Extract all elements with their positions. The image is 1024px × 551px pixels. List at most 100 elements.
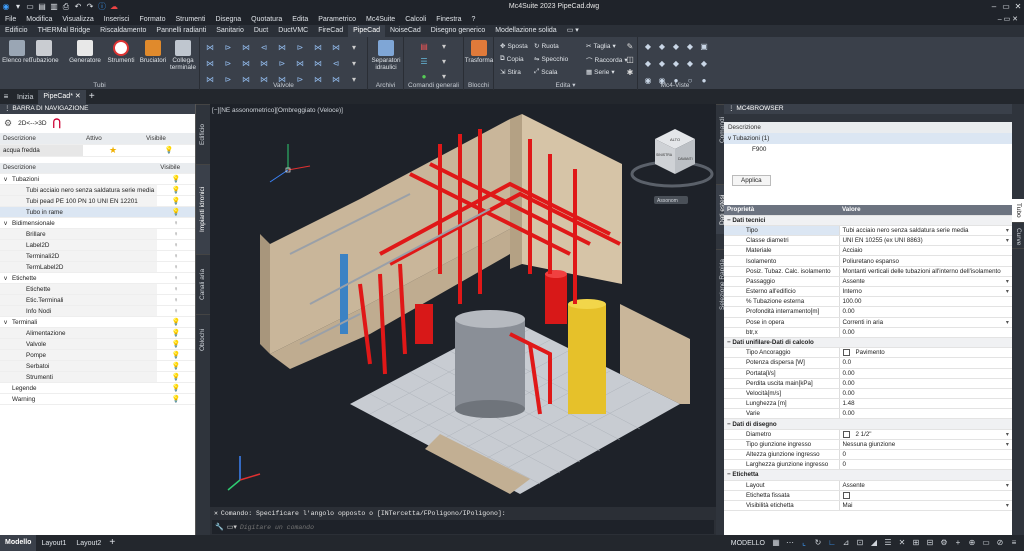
status-toggle-13-icon[interactable]: + xyxy=(952,537,964,549)
valve-7-icon[interactable]: ⋈ xyxy=(330,42,342,54)
property-value[interactable]: 0 xyxy=(843,451,846,458)
expand-toggle-icon[interactable]: v xyxy=(4,275,12,282)
status-toggle-3-icon[interactable]: ↻ xyxy=(812,537,824,549)
property-section[interactable]: − Dati unifilare-Dati di calcolo xyxy=(724,337,1012,349)
status-toggle-11-icon[interactable]: ⊟ xyxy=(924,537,936,549)
taglia-dropdown-icon[interactable]: ▾ xyxy=(612,42,615,50)
layer-row[interactable]: Brillare ♀ xyxy=(0,228,195,240)
menu-item-1[interactable]: Modifica xyxy=(21,16,57,23)
explode-icon[interactable]: ✱ xyxy=(624,67,636,79)
bulb-on-icon[interactable]: 💡 xyxy=(172,187,181,194)
valve-17-icon[interactable]: ▾ xyxy=(348,58,360,70)
cmd-list-icon[interactable]: ☰ xyxy=(418,56,430,68)
bulb-on-icon[interactable]: 💡 xyxy=(172,198,181,205)
serie-dropdown-icon[interactable]: ▾ xyxy=(611,68,614,76)
layer-row[interactable]: Terminali2D ♀ xyxy=(0,250,195,262)
status-toggle-2-icon[interactable]: ⌞ xyxy=(798,537,810,549)
valve-6-icon[interactable]: ⋈ xyxy=(312,42,324,54)
valve-11-icon[interactable]: ⋈ xyxy=(240,58,252,70)
doc-window-controls[interactable]: – ▭ ✕ xyxy=(998,15,1024,23)
ribbon-tab-5[interactable]: Duct xyxy=(249,25,273,37)
bulb-off-icon[interactable]: ♀ xyxy=(173,242,178,249)
menu-item-3[interactable]: Inserisci xyxy=(99,16,135,23)
panel-grip2-icon[interactable]: ⋮ xyxy=(728,105,735,112)
active-star-icon[interactable]: ★ xyxy=(109,145,117,155)
viewcube-front[interactable]: DAVANTI xyxy=(678,157,693,161)
property-value[interactable]: 0.00 xyxy=(843,390,855,397)
view-9-icon[interactable]: ◆ xyxy=(698,58,710,70)
menu-item-4[interactable]: Formato xyxy=(134,16,170,23)
checkbox[interactable] xyxy=(842,430,850,438)
ribbon-tab-1[interactable]: THERMal Bridge xyxy=(33,25,96,37)
model-space-indicator[interactable]: MODELLO xyxy=(726,540,770,547)
close-tab-icon[interactable]: ✕ xyxy=(75,93,81,100)
valve-13-icon[interactable]: ⊳ xyxy=(276,58,288,70)
add-layout-icon[interactable]: + xyxy=(106,537,118,549)
generatore-button[interactable]: Generatore xyxy=(68,40,102,64)
bulb-off-icon[interactable]: ♀ xyxy=(173,308,178,315)
layer-row[interactable]: TermLabel2D ♀ xyxy=(0,261,195,273)
pencil-icon[interactable]: ✎ xyxy=(624,41,636,53)
layout-tab-layout1[interactable]: Layout1 xyxy=(36,540,71,547)
property-value[interactable]: Pavimento xyxy=(856,349,885,356)
status-toggle-12-icon[interactable]: ⚙ xyxy=(938,537,950,549)
viewcube-left[interactable]: SINISTRA xyxy=(656,153,673,157)
redo-icon[interactable]: ↷ xyxy=(84,1,96,13)
layer-row[interactable]: Pompe 💡 xyxy=(0,349,195,361)
layer-row[interactable]: v Tubazioni 💡 xyxy=(0,173,195,185)
saveas-icon[interactable]: ▥ xyxy=(48,1,60,13)
side-tab-impianti[interactable]: Impianti idronici xyxy=(196,164,210,254)
layer-row[interactable]: Label2D ♀ xyxy=(0,239,195,251)
valve-12-icon[interactable]: ⋈ xyxy=(258,58,270,70)
valve-1-icon[interactable]: ⊳ xyxy=(222,42,234,54)
edita-expand-icon[interactable]: ▾ xyxy=(572,82,575,89)
property-value[interactable]: 0.00 xyxy=(843,370,855,377)
ribbon-tab-10[interactable]: Disegno generico xyxy=(426,25,490,37)
dropdown-arrow-icon[interactable]: ▾ xyxy=(1006,431,1009,438)
specchio-button[interactable]: ⇋ Specchio xyxy=(534,55,568,64)
new-tab-icon[interactable]: + xyxy=(86,91,98,103)
property-value[interactable]: 0.00 xyxy=(843,308,855,315)
expand-toggle-icon[interactable]: v xyxy=(4,176,12,183)
dropdown-arrow-icon[interactable]: ▾ xyxy=(1006,482,1009,489)
ribbon-tab-9[interactable]: NoiseCad xyxy=(385,25,426,37)
raccorda-button[interactable]: ⌒ Raccorda ▾ xyxy=(586,55,628,66)
layout-tab-modello[interactable]: Modello xyxy=(0,535,37,551)
new-file-icon[interactable]: ▾ xyxy=(12,1,24,13)
collega-terminale-button[interactable]: Collega terminale xyxy=(166,40,200,71)
view-4-icon[interactable]: ▣ xyxy=(698,41,710,53)
status-toggle-4-icon[interactable]: ∟ xyxy=(826,537,838,549)
ribbon-tab-4[interactable]: Sanitario xyxy=(211,25,249,37)
side-tab-edificio[interactable]: Edificio xyxy=(196,104,210,164)
toggle-2d-3d[interactable]: 2D<-->3D xyxy=(18,120,47,127)
status-toggle-15-icon[interactable]: ▭ xyxy=(980,537,992,549)
print-icon[interactable]: ⎙ xyxy=(60,1,72,13)
strumenti-button[interactable]: Strumenti xyxy=(104,40,138,64)
view-8-icon[interactable]: ◆ xyxy=(684,58,696,70)
property-value[interactable]: Montanti verticali delle tubazioni all'i… xyxy=(843,268,1001,275)
save-icon[interactable]: ▤ xyxy=(36,1,48,13)
info-icon[interactable]: ⓘ xyxy=(96,1,108,13)
cmd-sheet-icon[interactable]: ▤ xyxy=(418,41,430,53)
ruota-button[interactable]: ↻ Ruota xyxy=(534,42,559,51)
view-3-icon[interactable]: ◆ xyxy=(684,41,696,53)
layer-row[interactable]: Etic.Terminali ♀ xyxy=(0,294,195,306)
bulb-off-icon[interactable]: ♀ xyxy=(173,264,178,271)
layer-row[interactable]: v Terminali 💡 xyxy=(0,316,195,328)
dropdown-arrow-icon[interactable]: ▾ xyxy=(1006,441,1009,448)
layer-row[interactable]: Valvole 💡 xyxy=(0,338,195,350)
panel-grip-icon[interactable]: ⋮ xyxy=(4,105,11,112)
menu-item-5[interactable]: Strumenti xyxy=(171,16,211,23)
ribbon-tab-11[interactable]: Modellazione solida xyxy=(490,25,561,37)
status-toggle-17-icon[interactable]: ≡ xyxy=(1008,537,1020,549)
scala-button[interactable]: ⤢ Scala xyxy=(534,68,557,76)
bulb-on-icon[interactable]: 💡 xyxy=(172,330,181,337)
property-value[interactable]: 1.48 xyxy=(843,400,855,407)
bulb-on-icon[interactable]: 💡 xyxy=(172,209,181,216)
bulb-off-icon[interactable]: ♀ xyxy=(173,253,178,260)
layout-tab-layout2[interactable]: Layout2 xyxy=(71,540,106,547)
property-section[interactable]: − Dati tecnici xyxy=(724,215,1012,226)
side-tab-oblochi[interactable]: Oblochi xyxy=(196,314,210,364)
ribbon-tab-6[interactable]: DuctVMC xyxy=(273,25,313,37)
property-value[interactable]: 0.00 xyxy=(843,410,855,417)
